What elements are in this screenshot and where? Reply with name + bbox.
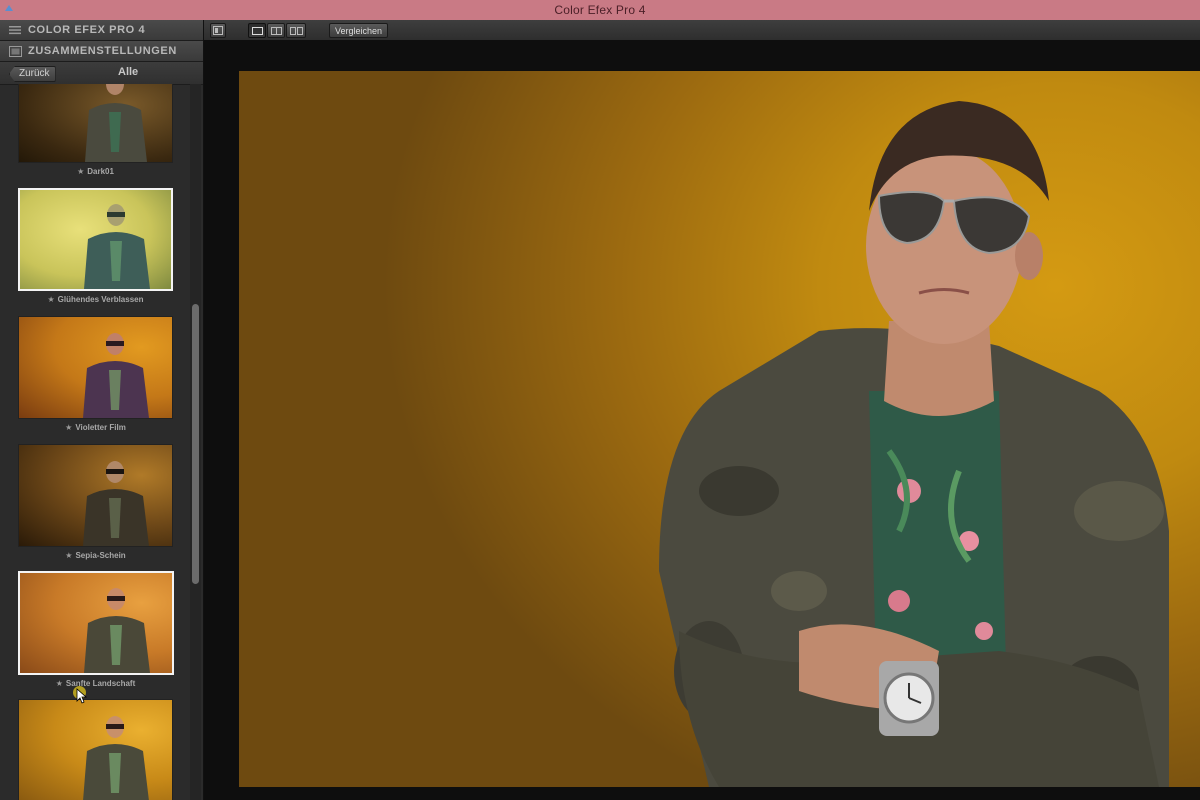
preset-thumbnail[interactable] xyxy=(18,188,173,291)
product-title: COLOR EFEX PRO 4 xyxy=(28,24,146,36)
single-view-icon xyxy=(251,26,263,35)
model-figure xyxy=(84,588,150,673)
presets-sidebar: COLOR EFEX PRO 4 ZUSAMMENSTELLUNGEN Zurü… xyxy=(0,20,204,800)
star-icon[interactable]: ★ xyxy=(65,423,72,432)
filter-all-label[interactable]: Alle xyxy=(118,66,138,78)
mouse-cursor-icon xyxy=(76,688,88,704)
split-view-button[interactable] xyxy=(267,23,285,38)
preview-canvas xyxy=(204,40,1200,800)
menu-icon[interactable] xyxy=(8,24,22,36)
view-toolbar: Vergleichen xyxy=(204,20,1200,41)
model-figure xyxy=(83,333,149,418)
model-figure xyxy=(84,204,150,289)
star-icon[interactable]: ★ xyxy=(48,295,55,304)
section-header[interactable]: ZUSAMMENSTELLUNGEN xyxy=(0,41,203,62)
window-titlebar: Color Efex Pro 4 xyxy=(0,0,1200,21)
preset-label: ★ Violetter Film xyxy=(65,423,126,432)
preset-item[interactable]: ★ Violetter Film xyxy=(18,316,173,432)
preset-item[interactable] xyxy=(18,699,173,800)
back-button[interactable]: Zurück xyxy=(9,66,56,82)
side-by-side-view-button[interactable] xyxy=(286,23,306,38)
window-title: Color Efex Pro 4 xyxy=(554,3,646,17)
preset-thumbnail[interactable] xyxy=(18,444,173,547)
side-by-side-view-icon xyxy=(289,26,303,35)
model-figure xyxy=(83,716,149,800)
preset-item[interactable]: ★ Sanfte Landschaft xyxy=(18,571,174,688)
model-figure xyxy=(83,461,149,546)
model-figure xyxy=(85,84,147,162)
panel-toggle-button[interactable] xyxy=(210,23,226,38)
product-header[interactable]: COLOR EFEX PRO 4 xyxy=(0,20,203,41)
preset-label: ★ Glühendes Verblassen xyxy=(47,295,144,304)
preset-label: ★ Sepia-Schein xyxy=(65,551,126,560)
preset-scrollbar[interactable] xyxy=(190,84,201,800)
star-icon[interactable]: ★ xyxy=(65,551,72,560)
preset-label: ★ Dark01 xyxy=(77,167,114,176)
preset-thumbnail[interactable] xyxy=(18,316,173,419)
model-portrait xyxy=(659,101,1169,787)
preset-thumbnail[interactable] xyxy=(18,84,173,163)
preset-thumbnail[interactable] xyxy=(18,699,173,800)
single-view-button[interactable] xyxy=(248,23,266,38)
split-view-icon xyxy=(270,26,282,35)
star-icon[interactable]: ★ xyxy=(56,679,63,688)
preset-item[interactable]: ★ Sepia-Schein xyxy=(18,444,173,560)
preset-thumbnail[interactable] xyxy=(18,571,174,675)
preset-label: ★ Sanfte Landschaft xyxy=(55,679,136,688)
star-icon[interactable]: ★ xyxy=(77,167,84,176)
scrollbar-thumb[interactable] xyxy=(192,304,199,584)
section-title: ZUSAMMENSTELLUNGEN xyxy=(28,45,177,57)
presets-icon xyxy=(8,45,22,57)
panel-toggle-icon xyxy=(213,26,223,35)
preview-image[interactable] xyxy=(239,71,1200,787)
preset-list: ★ Dark01 ★ Glühendes Verblassen ★ Violet… xyxy=(0,84,190,800)
preset-item[interactable]: ★ Glühendes Verblassen xyxy=(18,188,173,304)
navigation-row: Zurück Alle xyxy=(0,62,203,85)
compare-button[interactable]: Vergleichen xyxy=(329,23,389,38)
preset-item[interactable]: ★ Dark01 xyxy=(18,84,173,176)
